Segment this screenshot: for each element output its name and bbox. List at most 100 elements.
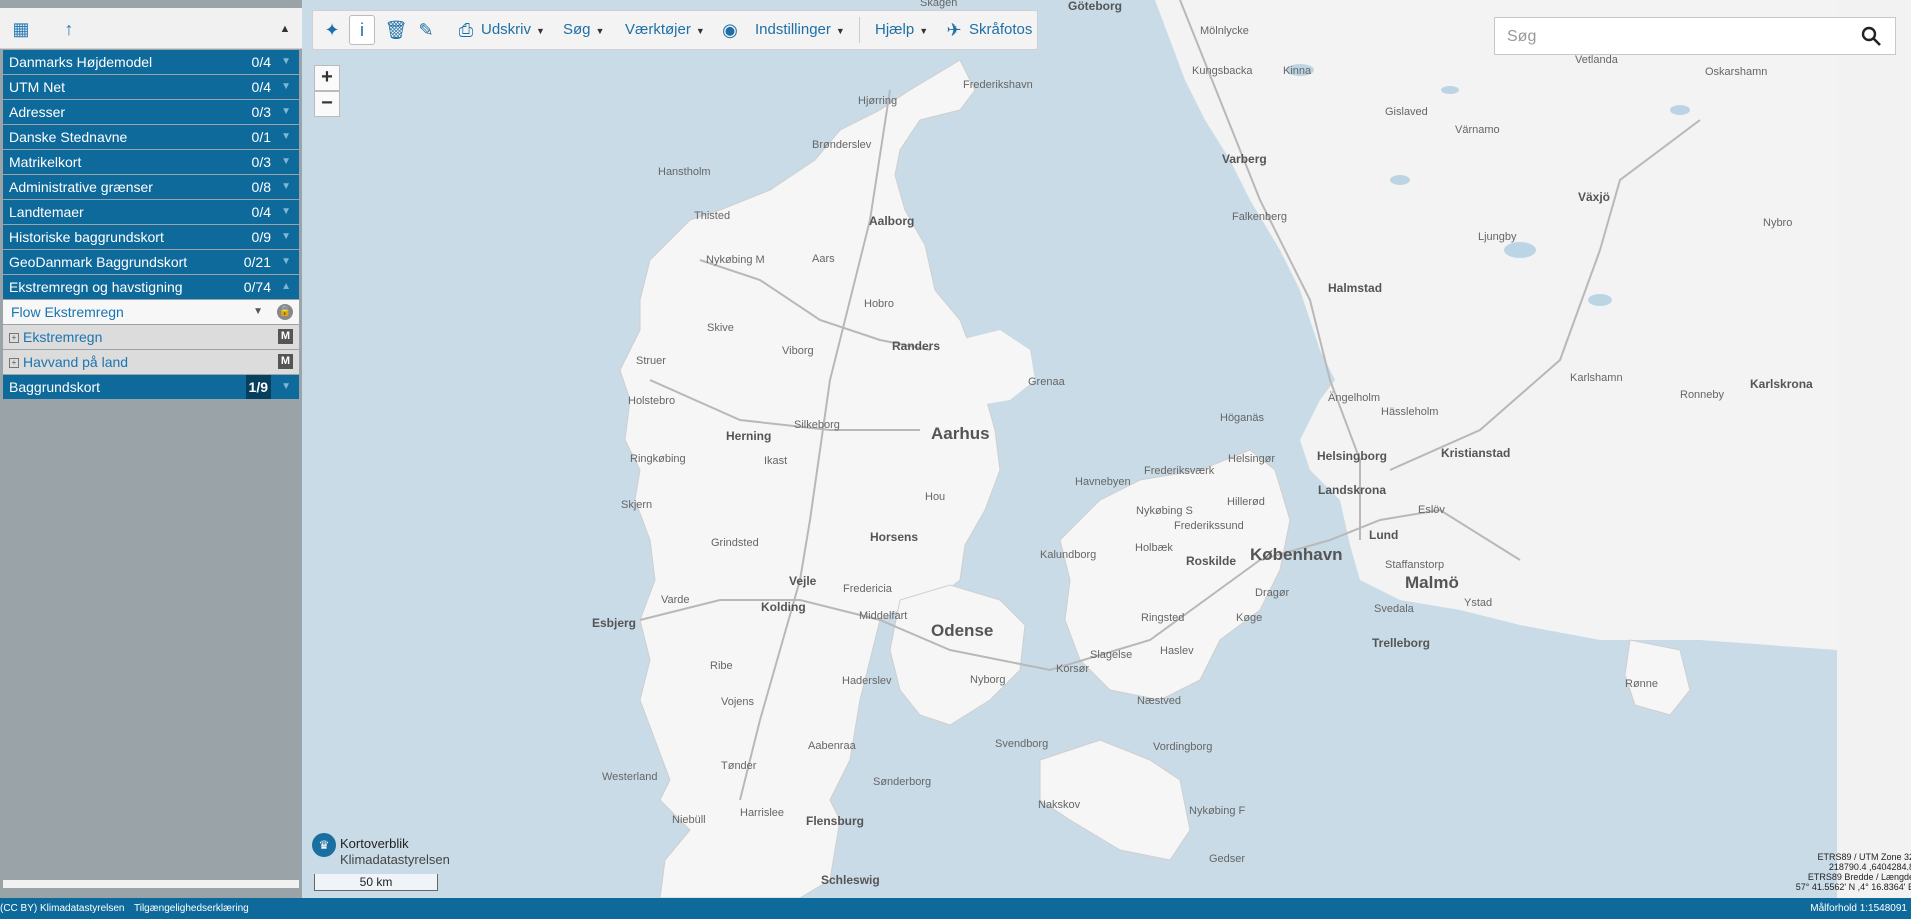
info-icon[interactable]: i <box>349 15 375 45</box>
scale-bar: 50 km <box>314 874 438 891</box>
chevron-down-icon[interactable]: ▼ <box>281 375 291 399</box>
city-label: Grenaa <box>1028 376 1066 388</box>
toolbar-divider <box>859 17 860 43</box>
city-label: Harrislee <box>740 807 784 819</box>
chevron-down-icon[interactable]: ▼ <box>281 200 291 224</box>
zoom-out-button[interactable]: − <box>314 91 340 117</box>
city-label: Svendborg <box>995 738 1048 750</box>
chevron-down-icon[interactable]: ▼ <box>281 125 291 149</box>
chevron-down-icon[interactable]: ▼ <box>281 100 291 124</box>
airplane-icon[interactable]: ✈ <box>941 11 967 49</box>
trash-icon[interactable]: 🗑 <box>383 11 409 49</box>
chevron-down-icon[interactable]: ▼ <box>281 175 291 199</box>
map-canvas[interactable]: Göteborg Mölnlycke Kungsbacka Kinna Vetlanda… <box>302 0 1837 898</box>
search-menu[interactable]: Søg ▼ <box>563 11 604 49</box>
layer-item[interactable]: GeoDanmark Baggrundskort 0/21 ▼ <box>3 250 299 274</box>
measure-icon[interactable]: ✦ <box>319 11 345 49</box>
city-label: Ribe <box>710 660 733 672</box>
city-label: Oskarshamn <box>1705 66 1767 78</box>
layer-count: 0/4 <box>251 204 271 220</box>
city-label: Køge <box>1236 612 1262 624</box>
city-label: Grindsted <box>711 537 759 549</box>
chevron-down-icon: ▼ <box>695 26 705 36</box>
layer-item[interactable]: Historiske baggrundskort 0/9 ▼ <box>3 225 299 249</box>
layer-item[interactable]: Danske Stednavne 0/1 ▼ <box>3 125 299 149</box>
layer-count: 0/4 <box>251 79 271 95</box>
expand-icon[interactable]: + <box>9 358 19 368</box>
chevron-down-icon[interactable]: ▼ <box>281 150 291 174</box>
legend-badge[interactable]: M <box>278 329 293 344</box>
city-label: Nakskov <box>1038 799 1081 811</box>
layer-item[interactable]: UTM Net 0/4 ▼ <box>3 75 299 99</box>
sublayer-item-name: Havvand på land <box>23 354 129 370</box>
zoom-in-button[interactable]: + <box>314 65 340 91</box>
city-label: Mölnlycke <box>1200 25 1249 37</box>
expand-icon[interactable]: + <box>9 333 19 343</box>
city-label: Nybro <box>1763 217 1792 229</box>
chevron-down-icon[interactable]: ▼ <box>281 75 291 99</box>
city-label: Skive <box>707 322 734 334</box>
chevron-down-icon: ▼ <box>595 26 605 36</box>
layer-name: Danmarks Højdemodel <box>9 54 153 70</box>
city-label: Vetlanda <box>1575 54 1619 66</box>
city-label: Randers <box>892 339 940 353</box>
layer-name: Historiske baggrundskort <box>9 229 164 245</box>
layer-item[interactable]: Danmarks Højdemodel 0/4 ▼ <box>3 50 299 74</box>
dropdown-caret-icon[interactable]: ▼ <box>253 300 263 324</box>
tools-menu[interactable]: Værktøjer ▼ <box>625 11 705 49</box>
city-label: Ringkøbing <box>630 453 686 465</box>
layer-item-expanded[interactable]: Ekstremregn og havstigning 0/74 ▲ <box>3 275 299 299</box>
map-icon[interactable]: ▦ <box>10 18 32 40</box>
city-label: Höganäs <box>1220 412 1265 424</box>
layer-item[interactable]: Landtemaer 0/4 ▼ <box>3 200 299 224</box>
locate-icon[interactable]: ◉ <box>717 11 743 49</box>
print-menu[interactable]: Udskriv ▼ <box>481 11 545 49</box>
city-label: Värnamo <box>1455 124 1500 136</box>
search-icon[interactable] <box>1859 24 1883 48</box>
arrow-up-icon[interactable]: ↑ <box>58 18 80 40</box>
city-label: Varde <box>661 594 690 606</box>
settings-menu[interactable]: Indstillinger ▼ <box>755 11 845 49</box>
help-menu[interactable]: Hjælp ▼ <box>875 11 928 49</box>
legend-badge[interactable]: M <box>278 354 293 369</box>
layer-item[interactable]: Administrative grænser 0/8 ▼ <box>3 175 299 199</box>
sublayer-select[interactable]: Flow Ekstremregn ▼ 🔒 <box>3 300 299 324</box>
collapse-icon[interactable]: ▲ <box>274 18 296 40</box>
city-label: Brønderslev <box>812 139 872 151</box>
layer-name: Matrikelkort <box>9 154 82 170</box>
city-label: Ronneby <box>1680 389 1725 401</box>
oblique-photos-button[interactable]: Skråfotos <box>969 11 1032 49</box>
city-label: Silkeborg <box>794 419 840 431</box>
chevron-down-icon[interactable]: ▼ <box>281 250 291 274</box>
help-label: Hjælp <box>875 21 915 38</box>
layer-name: Landtemaer <box>9 204 84 220</box>
search-input[interactable] <box>1505 26 1839 48</box>
layer-item-baggrundskort[interactable]: Baggrundskort 1/9 ▼ <box>3 375 299 399</box>
layer-item[interactable]: Matrikelkort 0/3 ▼ <box>3 150 299 174</box>
draw-icon[interactable]: ✎ <box>413 11 439 49</box>
license-link[interactable]: (CC BY) Klimadatastyrelsen <box>0 898 124 919</box>
city-label: Slagelse <box>1090 649 1132 661</box>
accessibility-link[interactable]: Tilgængelighedserklæring <box>134 898 249 919</box>
lock-icon[interactable]: 🔒 <box>277 304 293 320</box>
city-label: Kristianstad <box>1441 446 1510 460</box>
tools-label: Værktøjer <box>625 21 691 38</box>
city-label: Lund <box>1369 528 1398 542</box>
layer-count: 1/9 <box>245 375 271 399</box>
layer-count: 0/9 <box>251 229 271 245</box>
city-label: Aabenraa <box>808 740 857 752</box>
city-label: Falkenberg <box>1232 211 1287 223</box>
sublayer-item[interactable]: + Ekstremregn M <box>3 325 299 349</box>
chevron-down-icon[interactable]: ▼ <box>281 225 291 249</box>
chevron-down-icon[interactable]: ▼ <box>281 50 291 74</box>
sublayer-item[interactable]: + Havvand på land M <box>3 350 299 374</box>
map-scale-readout: Målforhold 1:1548091 <box>1810 903 1907 914</box>
layer-name: Baggrundskort <box>9 379 101 395</box>
city-label: Göteborg <box>1068 0 1122 13</box>
chevron-down-icon: ▼ <box>536 26 545 36</box>
search-label: Søg <box>563 21 591 38</box>
city-label: Hanstholm <box>658 166 711 178</box>
chevron-up-icon[interactable]: ▲ <box>281 275 291 299</box>
print-icon[interactable]: ⎙ <box>453 11 479 49</box>
layer-item[interactable]: Adresser 0/3 ▼ <box>3 100 299 124</box>
